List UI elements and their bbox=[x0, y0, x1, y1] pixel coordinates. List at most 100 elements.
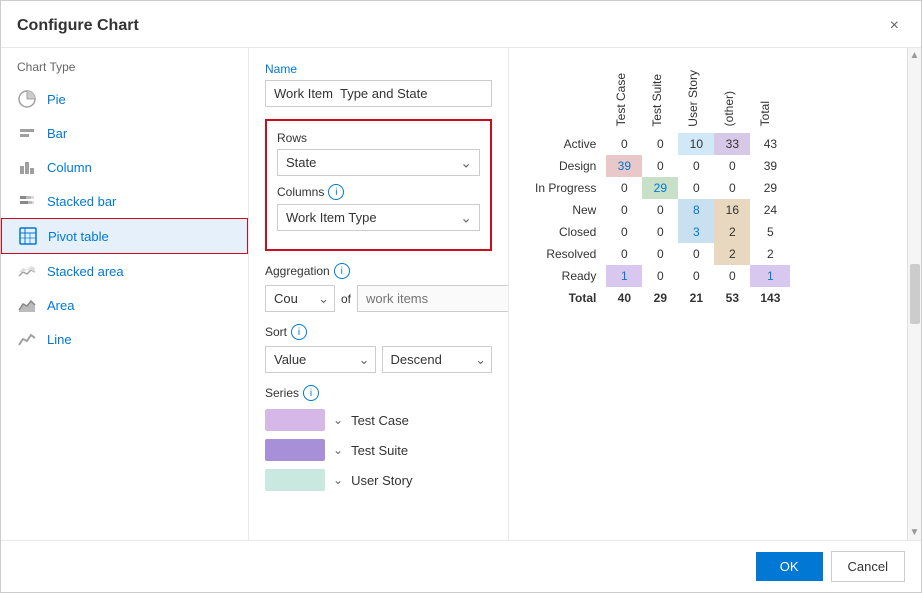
pivot-cell-total-other: 53 bbox=[714, 287, 750, 309]
sidebar-item-area[interactable]: Area bbox=[1, 288, 248, 322]
pivot-table-panel: Test Case Test Suite User Story (other) bbox=[509, 48, 907, 540]
pivot-cell-total-total: 143 bbox=[750, 287, 790, 309]
pivot-cell-new-us: 8 bbox=[678, 199, 714, 221]
series-chevron-testsuite[interactable]: ⌄ bbox=[333, 443, 343, 457]
sidebar-item-label-pivot-table: Pivot table bbox=[48, 229, 109, 244]
sidebar-item-label-stacked-bar: Stacked bar bbox=[47, 194, 116, 209]
pivot-row-design: Design 39 0 0 0 39 bbox=[525, 155, 790, 177]
name-input[interactable] bbox=[265, 80, 492, 107]
pivot-cell-total-tc: 40 bbox=[606, 287, 642, 309]
dialog-header: Configure Chart × bbox=[1, 1, 921, 48]
sidebar-item-bar[interactable]: Bar bbox=[1, 116, 248, 150]
sidebar-item-label-area: Area bbox=[47, 298, 74, 313]
chart-type-label: Chart Type bbox=[1, 60, 248, 82]
dialog-body: Chart Type Pie bbox=[1, 48, 921, 540]
series-item-testsuite: ⌄ Test Suite bbox=[265, 439, 492, 461]
close-button[interactable]: × bbox=[884, 15, 905, 37]
scrollbar[interactable]: ▲ ▼ bbox=[907, 48, 921, 540]
sidebar-item-column[interactable]: Column bbox=[1, 150, 248, 184]
pivot-col-userstory: User Story bbox=[678, 68, 714, 133]
pivot-cell-closed-other: 2 bbox=[714, 221, 750, 243]
pivot-cell-closed-ts: 0 bbox=[642, 221, 678, 243]
series-label-userstory: User Story bbox=[351, 473, 412, 488]
scrollbar-down-arrow[interactable]: ▼ bbox=[910, 527, 920, 538]
dialog-footer: OK Cancel bbox=[1, 540, 921, 592]
aggregation-select-wrapper: Cou Sum Avg bbox=[265, 285, 335, 312]
pivot-empty-header bbox=[525, 68, 606, 133]
cancel-button[interactable]: Cancel bbox=[831, 551, 905, 582]
columns-select-wrapper: Work Item Type State Assigned To bbox=[277, 204, 480, 231]
scrollbar-thumb[interactable] bbox=[910, 264, 920, 324]
sidebar-item-label-stacked-area: Stacked area bbox=[47, 264, 124, 279]
stacked-area-icon bbox=[17, 261, 37, 281]
pivot-cell-resolved-ts: 0 bbox=[642, 243, 678, 265]
sidebar-item-label-bar: Bar bbox=[47, 126, 67, 141]
chart-type-panel: Chart Type Pie bbox=[1, 48, 249, 540]
pivot-cell-design-other: 0 bbox=[714, 155, 750, 177]
pivot-cell-ready-total: 1 bbox=[750, 265, 790, 287]
configure-chart-dialog: Configure Chart × Chart Type Pie bbox=[0, 0, 922, 593]
stacked-bar-icon bbox=[17, 191, 37, 211]
sidebar-item-line[interactable]: Line bbox=[1, 322, 248, 356]
pivot-cell-inprogress-tc: 0 bbox=[606, 177, 642, 199]
pivot-cell-active-ts: 0 bbox=[642, 133, 678, 155]
aggregation-info-icon[interactable]: i bbox=[334, 263, 350, 279]
pivot-row-label-closed: Closed bbox=[525, 221, 606, 243]
pivot-cell-resolved-tc: 0 bbox=[606, 243, 642, 265]
series-info-icon[interactable]: i bbox=[303, 385, 319, 401]
columns-info-icon[interactable]: i bbox=[328, 184, 344, 200]
pivot-row-label-resolved: Resolved bbox=[525, 243, 606, 265]
pivot-cell-inprogress-us: 0 bbox=[678, 177, 714, 199]
pivot-cell-total-ts: 29 bbox=[642, 287, 678, 309]
sidebar-item-pivot-table[interactable]: Pivot table bbox=[1, 218, 248, 254]
aggregation-select[interactable]: Cou Sum Avg bbox=[265, 285, 335, 312]
sort-info-icon[interactable]: i bbox=[291, 324, 307, 340]
pivot-cell-ready-us: 0 bbox=[678, 265, 714, 287]
rows-select[interactable]: State Work Item Type Assigned To bbox=[277, 149, 480, 176]
pivot-cell-resolved-us: 0 bbox=[678, 243, 714, 265]
pivot-cell-design-us: 0 bbox=[678, 155, 714, 177]
scrollbar-up-arrow[interactable]: ▲ bbox=[910, 50, 920, 61]
sidebar-item-label-line: Line bbox=[47, 332, 72, 347]
series-color-testcase bbox=[265, 409, 325, 431]
columns-select[interactable]: Work Item Type State Assigned To bbox=[277, 204, 480, 231]
pivot-cell-inprogress-other: 0 bbox=[714, 177, 750, 199]
series-label-testsuite: Test Suite bbox=[351, 443, 408, 458]
columns-label: Columns bbox=[277, 185, 324, 199]
aggregation-of-text: of bbox=[341, 292, 351, 306]
sidebar-item-label-pie: Pie bbox=[47, 92, 66, 107]
pivot-row-new: New 0 0 8 16 24 bbox=[525, 199, 790, 221]
pivot-cell-total-us: 21 bbox=[678, 287, 714, 309]
sidebar-item-stacked-bar[interactable]: Stacked bar bbox=[1, 184, 248, 218]
pivot-icon bbox=[18, 226, 38, 246]
pie-icon bbox=[17, 89, 37, 109]
dialog-title: Configure Chart bbox=[17, 17, 139, 35]
sidebar-item-label-column: Column bbox=[47, 160, 92, 175]
aggregation-workitems-input[interactable] bbox=[357, 285, 509, 312]
pivot-row-label-design: Design bbox=[525, 155, 606, 177]
sidebar-item-pie[interactable]: Pie bbox=[1, 82, 248, 116]
pivot-row-inprogress: In Progress 0 29 0 0 29 bbox=[525, 177, 790, 199]
sort-label: Sort bbox=[265, 325, 287, 339]
series-chevron-testcase[interactable]: ⌄ bbox=[333, 413, 343, 427]
pivot-col-total: Total bbox=[750, 68, 790, 133]
series-color-testsuite bbox=[265, 439, 325, 461]
pivot-table: Test Case Test Suite User Story (other) bbox=[525, 68, 790, 309]
pivot-row-active: Active 0 0 10 33 43 bbox=[525, 133, 790, 155]
pivot-cell-new-total: 24 bbox=[750, 199, 790, 221]
ok-button[interactable]: OK bbox=[756, 552, 823, 581]
sort-value-select[interactable]: Value Label bbox=[265, 346, 376, 373]
series-color-userstory bbox=[265, 469, 325, 491]
pivot-row-label-inprogress: In Progress bbox=[525, 177, 606, 199]
pivot-cell-active-tc: 0 bbox=[606, 133, 642, 155]
series-chevron-userstory[interactable]: ⌄ bbox=[333, 473, 343, 487]
pivot-row-ready: Ready 1 0 0 0 1 bbox=[525, 265, 790, 287]
series-item-testcase: ⌄ Test Case bbox=[265, 409, 492, 431]
pivot-cell-active-us: 10 bbox=[678, 133, 714, 155]
sidebar-item-stacked-area[interactable]: Stacked area bbox=[1, 254, 248, 288]
pivot-cell-ready-tc: 1 bbox=[606, 265, 642, 287]
pivot-cell-resolved-other: 2 bbox=[714, 243, 750, 265]
pivot-cell-design-tc: 39 bbox=[606, 155, 642, 177]
pivot-cell-resolved-total: 2 bbox=[750, 243, 790, 265]
sort-direction-select[interactable]: Descend Ascend bbox=[382, 346, 493, 373]
